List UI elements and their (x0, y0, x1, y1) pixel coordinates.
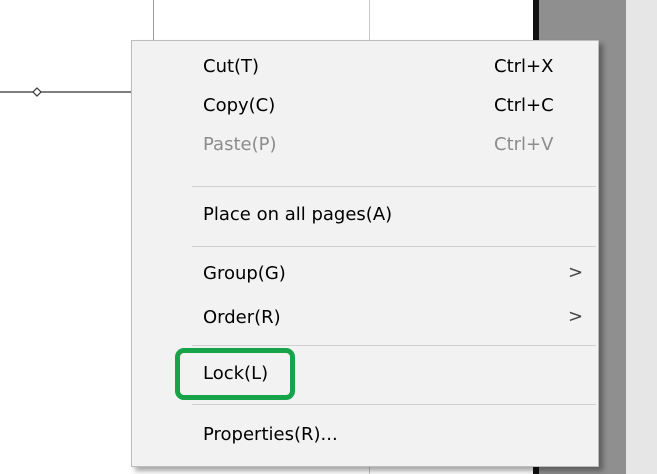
menu-item-copy[interactable]: Copy(C) Ctrl+C (132, 86, 598, 126)
menu-item-label: Lock(L) (203, 363, 269, 384)
menu-separator (192, 246, 596, 247)
menu-item-place-on-all-pages[interactable]: Place on all pages(A) (132, 195, 598, 235)
canvas-vertical-line (369, 0, 370, 40)
menu-item-order[interactable]: Order(R) > (132, 298, 598, 338)
menu-item-paste[interactable]: Paste(P) Ctrl+V (132, 125, 598, 165)
submenu-arrow-icon: > (568, 306, 584, 327)
menu-item-label: Place on all pages(A) (203, 204, 393, 225)
submenu-arrow-icon: > (568, 262, 584, 283)
vertical-scrollbar[interactable] (626, 0, 657, 474)
menu-item-label: Copy(C) (203, 95, 276, 116)
menu-item-shortcut: Ctrl+V (494, 134, 554, 155)
menu-item-shortcut: Ctrl+C (494, 95, 554, 116)
menu-item-shortcut: Ctrl+X (494, 56, 554, 77)
context-menu: Cut(T) Ctrl+X Copy(C) Ctrl+C Paste(P) Ct… (131, 40, 599, 467)
menu-item-group[interactable]: Group(G) > (132, 254, 598, 294)
menu-item-label: Cut(T) (203, 56, 260, 77)
menu-item-label: Group(G) (203, 263, 286, 284)
menu-separator (192, 345, 596, 346)
menu-item-cut[interactable]: Cut(T) Ctrl+X (132, 47, 598, 87)
menu-item-label: Paste(P) (203, 134, 277, 155)
menu-item-label: Properties(R)... (203, 424, 338, 445)
menu-separator (192, 404, 596, 405)
menu-item-properties[interactable]: Properties(R)... (132, 415, 598, 455)
canvas-vertical-line (369, 466, 370, 474)
canvas-vertical-line (153, 0, 154, 40)
menu-item-lock[interactable]: Lock(L) (132, 354, 598, 394)
menu-item-label: Order(R) (203, 307, 281, 328)
menu-separator (192, 186, 596, 187)
